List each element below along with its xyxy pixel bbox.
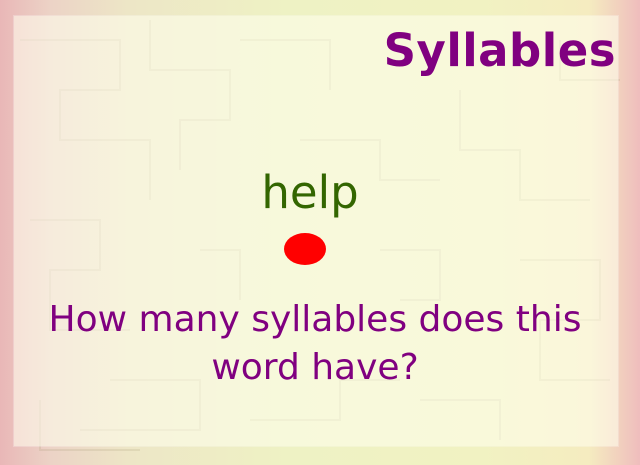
red-dot-icon[interactable] xyxy=(284,233,326,265)
question-text: How many syllables does this word have? xyxy=(48,299,582,388)
slide-canvas: Syllables help How many syllables does t… xyxy=(0,0,640,465)
target-word: help xyxy=(261,166,359,219)
slide-title: Syllables xyxy=(383,24,616,77)
